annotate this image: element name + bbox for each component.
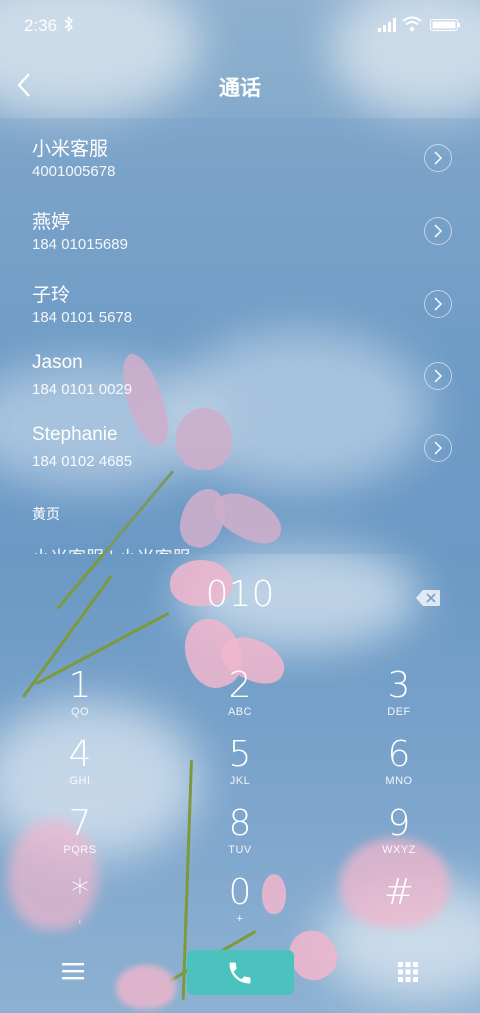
keypad-icon[interactable] [398, 962, 418, 982]
page-title: 通话 [219, 77, 261, 100]
contact-number: 184 01015689 [32, 236, 128, 253]
dial-input[interactable]: 010 [0, 574, 480, 615]
key-9[interactable]: 9 WXYZ [344, 804, 454, 870]
key-digit: 3 [387, 665, 411, 706]
key-letters: PQRS [63, 844, 97, 856]
key-4[interactable]: 4 GHI [25, 735, 135, 801]
battery-icon [430, 19, 460, 31]
section-header-yellow-pages: 黄页 [32, 506, 60, 522]
contact-number: 4001005678 [32, 163, 116, 180]
key-star[interactable]: * , [25, 873, 135, 939]
bluetooth-icon [64, 15, 74, 35]
key-6[interactable]: 6 MNO [344, 735, 454, 801]
chevron-right-icon[interactable] [424, 144, 452, 172]
key-digit: 9 [387, 803, 411, 844]
key-letters: QO [70, 706, 90, 718]
key-digit: 7 [68, 803, 92, 844]
key-letters: DEF [387, 706, 411, 718]
menu-icon[interactable] [62, 962, 84, 980]
contact-name: Jason [32, 352, 83, 373]
key-digit: * [71, 872, 89, 913]
contact-number: 184 0101 0029 [32, 381, 133, 398]
contact-row[interactable]: Jason 184 0101 0029 [0, 340, 480, 412]
contact-list[interactable]: 小米客服 4001005678 燕婷 184 01015689 子玲 184 0… [0, 118, 480, 554]
title-bar: 通话 [0, 62, 480, 108]
backspace-icon[interactable] [416, 590, 440, 606]
key-digit: 5 [228, 734, 252, 775]
key-digit: 0 [228, 872, 252, 913]
key-letters: + [236, 913, 244, 925]
key-letters: WXYZ [382, 844, 416, 856]
chevron-right-icon[interactable] [424, 217, 452, 245]
chevron-right-icon[interactable] [424, 290, 452, 318]
key-letters: GHI [69, 775, 91, 787]
key-1[interactable]: 1 QO [25, 666, 135, 732]
chevron-right-icon[interactable] [424, 434, 452, 462]
key-letters: TUV [228, 844, 252, 856]
contact-row[interactable]: 燕婷 184 01015689 [0, 195, 480, 267]
call-button[interactable] [187, 950, 294, 995]
key-3[interactable]: 3 DEF [344, 666, 454, 732]
key-digit: 1 [68, 665, 92, 706]
list-item[interactable]: 小米客服 | 小米客服 [32, 544, 191, 554]
wifi-icon [402, 16, 422, 32]
bottom-bar [0, 948, 480, 998]
key-digit: # [383, 872, 415, 913]
key-hash[interactable]: # [344, 873, 454, 939]
contact-name: Stephanie [32, 424, 118, 445]
contact-name: 子玲 [32, 285, 71, 306]
key-letters: JKL [229, 775, 251, 787]
signal-icon [378, 18, 396, 32]
contact-number: 184 0101 5678 [32, 309, 133, 326]
key-letters: ABC [227, 706, 253, 718]
key-letters: MNO [385, 775, 413, 787]
key-5[interactable]: 5 JKL [185, 735, 295, 801]
key-0[interactable]: 0 + [185, 873, 295, 939]
key-8[interactable]: 8 TUV [185, 804, 295, 870]
contact-name: 燕婷 [32, 212, 71, 233]
contact-number: 184 0102 4685 [32, 453, 133, 470]
contact-row[interactable]: 子玲 184 0101 5678 [0, 268, 480, 340]
contact-row[interactable]: 小米客服 4001005678 [0, 122, 480, 194]
key-2[interactable]: 2 ABC [185, 666, 295, 732]
key-digit: 6 [387, 734, 411, 775]
chevron-right-icon[interactable] [424, 362, 452, 390]
contact-name: 小米客服 [32, 139, 109, 160]
key-digit: 4 [68, 734, 92, 775]
key-letters: , [78, 913, 82, 925]
key-digit: 2 [228, 665, 252, 706]
phone-icon [229, 962, 251, 984]
status-time: 2:36 [24, 16, 58, 35]
status-bar: 2:36 [0, 0, 480, 52]
dialer: 010 1 QO 2 ABC 3 DEF 4 GHI 5 JKL 6 MNO 7… [0, 554, 480, 1013]
contact-row[interactable]: Stephanie 184 0102 4685 [0, 412, 480, 484]
key-digit: 8 [228, 803, 252, 844]
key-7[interactable]: 7 PQRS [25, 804, 135, 870]
